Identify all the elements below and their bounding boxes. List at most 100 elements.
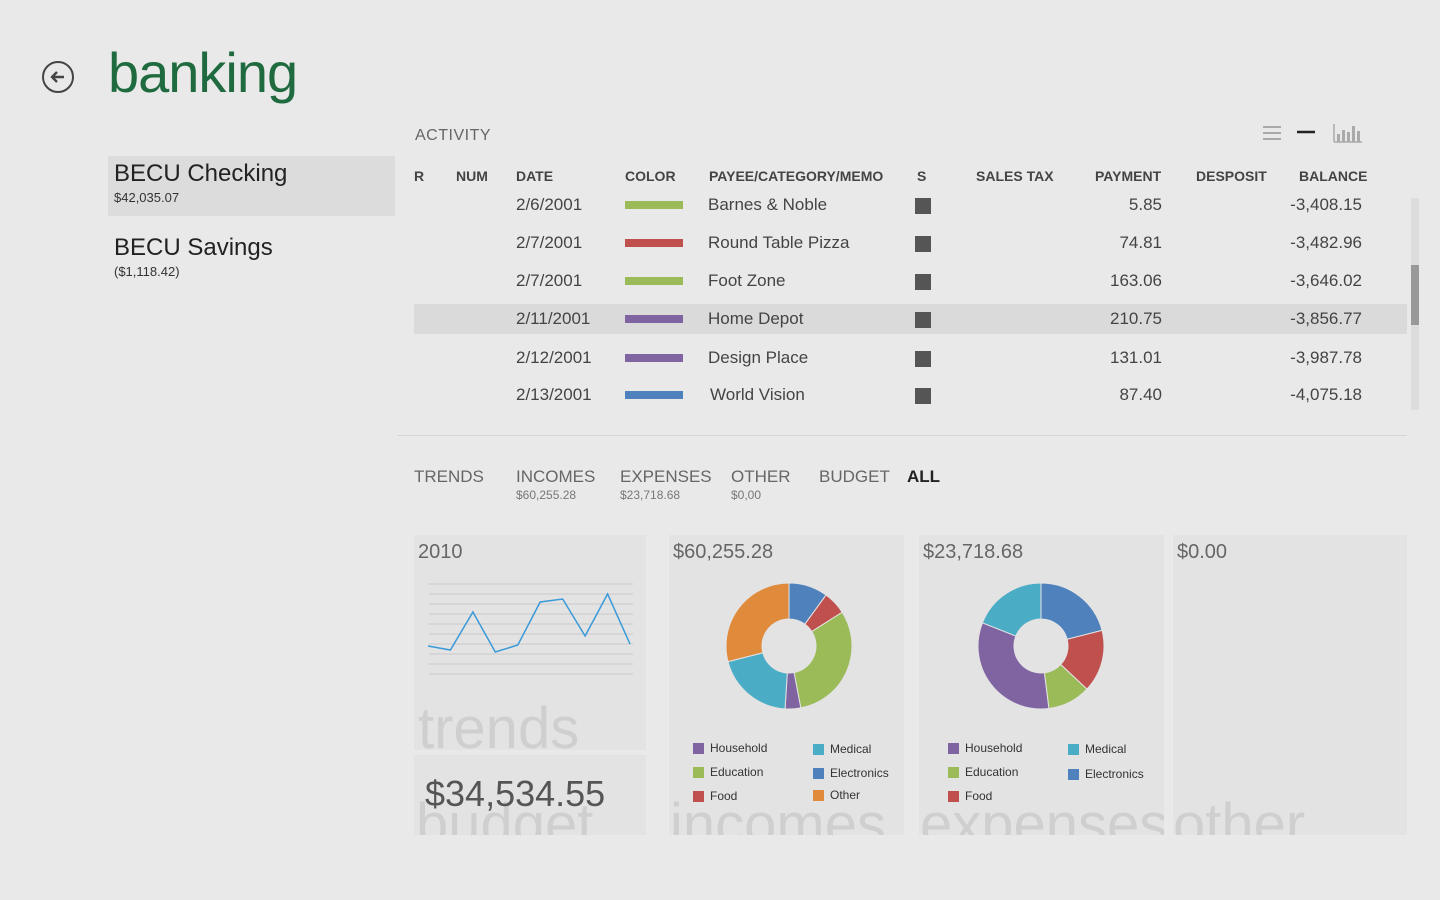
tab-amount: $0,00 [731,488,762,502]
back-arrow-icon [50,71,64,83]
account-item-checking[interactable]: BECU Checking $42,035.07 [108,156,395,216]
page-title: banking [108,41,298,104]
tab-expenses[interactable]: EXPENSES $23,718.68 [620,467,712,502]
tab-label: EXPENSES [620,467,712,486]
tab-budget[interactable]: BUDGET [819,467,890,487]
compact-view-icon[interactable] [1294,120,1318,144]
col-r[interactable]: R [414,168,424,184]
account-name: BECU Checking [114,160,288,187]
col-date[interactable]: DATE [516,168,553,184]
expenses-tile-heading: $23,718.68 [923,541,1024,563]
col-color[interactable]: COLOR [625,168,676,184]
account-balance: ($1,118.42) [114,264,180,279]
row-color-swatch [625,391,683,399]
account-item-savings[interactable]: BECU Savings ($1,118.42) [108,230,395,290]
row-payee: Foot Zone [708,271,786,290]
col-deposit[interactable]: DESPOSIT [1196,168,1267,184]
row-date: 2/6/2001 [516,195,583,214]
incomes-donut-chart [725,582,853,710]
legend-item: Education [693,765,763,779]
row-payment: 87.40 [1119,385,1162,404]
col-num[interactable]: NUM [456,168,488,184]
row-payment: 131.01 [1110,348,1162,367]
row-color-swatch [625,239,683,247]
col-payment[interactable]: PAYMENT [1095,168,1161,184]
row-status-box[interactable] [915,198,931,214]
tab-label: OTHER [731,467,791,486]
table-row[interactable]: 2/12/2001 Design Place 131.01 -3,987.78 [414,343,1407,373]
trends-heading: TRENDS [414,467,484,486]
row-status-box[interactable] [915,274,931,290]
row-color-swatch [625,315,683,323]
row-color-swatch [625,201,683,209]
tab-all[interactable]: ALL [907,467,940,487]
legend-label: Electronics [830,766,889,780]
chart-view-icon[interactable] [1332,120,1364,144]
row-payee: Design Place [708,348,809,367]
other-watermark: other [1173,792,1306,835]
incomes-tile-heading: $60,255.28 [673,541,774,563]
row-date: 2/11/2001 [516,309,591,328]
activity-scrollbar-thumb[interactable] [1411,265,1419,325]
list-view-icon[interactable] [1260,120,1284,144]
legend-swatch-electronics [813,767,824,779]
legend-item: Household [693,741,767,755]
table-row[interactable]: 2/6/2001 Barnes & Noble 5.85 -3,408.15 [414,190,1407,220]
table-row-selected[interactable]: 2/11/2001 Home Depot 210.75 -3,856.77 [414,304,1407,334]
row-status-box[interactable] [915,312,931,328]
legend-item: Electronics [813,766,889,780]
trends-tile[interactable]: 2010 trends [414,535,646,750]
legend-label: Education [965,765,1019,779]
row-status-box[interactable] [915,388,931,404]
col-sales-tax[interactable]: SALES TAX [976,168,1054,184]
legend-swatch-electronics [1068,768,1079,780]
legend-item: Medical [813,742,871,756]
pie-slice-education [793,611,853,709]
legend-label: Household [710,741,768,755]
expenses-tile[interactable]: $23,718.68 Household Medical Education E… [919,535,1164,835]
legend-item: Education [948,765,1018,779]
tab-label: ALL [907,467,941,486]
row-status-box[interactable] [915,236,931,252]
row-balance: -4,075.18 [1290,385,1362,404]
row-status-box[interactable] [915,351,931,367]
row-payee: World Vision [710,385,805,404]
tab-label: INCOMES [516,467,596,486]
legend-item: Medical [1068,742,1126,756]
row-payee: Round Table Pizza [708,233,850,252]
other-tile-heading: $0.00 [1177,541,1228,563]
expenses-donut-chart [977,582,1105,710]
table-row[interactable]: 2/7/2001 Foot Zone 163.06 -3,646.02 [414,266,1407,296]
col-s[interactable]: S [917,168,926,184]
incomes-tile[interactable]: $60,255.28 Household Medical Education E… [669,535,904,835]
other-tile[interactable]: $0.00 other [1173,535,1407,835]
budget-tile[interactable]: budget $34,534.55 [414,755,646,835]
legend-label: Education [710,765,764,779]
section-divider [397,435,1407,436]
row-balance: -3,987.78 [1290,348,1362,367]
tab-amount: $60,255.28 [516,488,577,502]
row-payment: 5.85 [1128,195,1162,214]
account-name: BECU Savings [114,234,273,261]
tab-incomes[interactable]: INCOMES $60,255.28 [516,467,595,502]
legend-swatch-education [693,766,704,778]
row-color-swatch [625,354,683,362]
row-balance: -3,646.02 [1290,271,1362,290]
col-payee[interactable]: PAYEE/CATEGORY/MEMO [709,168,883,184]
legend-swatch-medical [813,743,824,755]
tab-label: BUDGET [819,467,890,486]
legend-swatch-household [693,742,704,754]
trends-watermark: trends [418,696,580,750]
back-button[interactable] [42,61,74,93]
table-row[interactable]: 2/7/2001 Round Table Pizza 74.81 -3,482.… [414,228,1407,258]
col-balance[interactable]: BALANCE [1299,168,1367,184]
row-date: 2/7/2001 [516,271,583,290]
budget-amount: $34,534.55 [425,773,606,814]
row-date: 2/12/2001 [516,348,592,367]
tab-other[interactable]: OTHER $0,00 [731,467,791,502]
table-row[interactable]: 2/13/2001 World Vision 87.40 -4,075.18 [414,380,1407,410]
expenses-watermark: expenses [920,792,1164,835]
account-balance: $42,035.07 [114,190,180,205]
row-balance: -3,408.15 [1290,195,1362,214]
row-date: 2/7/2001 [516,233,583,252]
